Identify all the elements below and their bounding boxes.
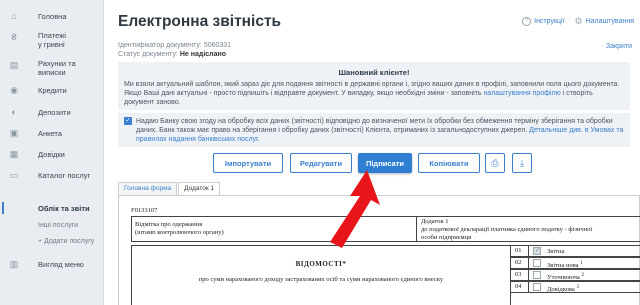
arrow-shape [330,170,380,248]
app-root: ⌂ Головна ₴ Платежі у гривні ▤ Рахунки т… [0,0,640,305]
red-arrow-annotation [330,170,380,248]
